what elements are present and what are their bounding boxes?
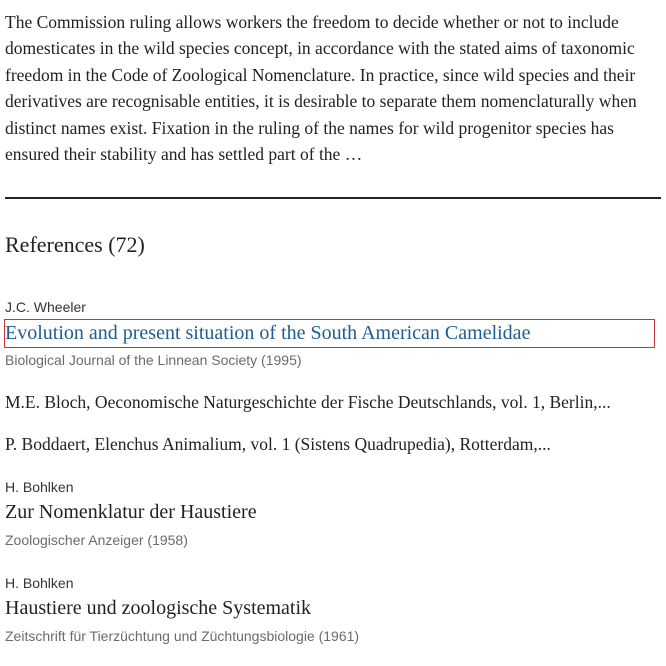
reference-author: H. Bohlken [5, 575, 74, 591]
reference-journal: Zoologischer Anzeiger (1958) [5, 532, 188, 548]
reference-author: H. Bohlken [5, 479, 74, 495]
reference-title[interactable]: Zur Nomenklatur der Haustiere [5, 499, 257, 525]
abstract-text: The Commission ruling allows workers the… [5, 12, 637, 165]
reference-journal: Zeitschrift für Tierzüchtung und Züchtun… [5, 628, 360, 644]
section-divider [5, 197, 661, 199]
references-heading: References (72) [5, 232, 145, 257]
reference-author: J.C. Wheeler [5, 299, 86, 315]
reference-title-link[interactable]: Evolution and present situation of the S… [4, 319, 655, 348]
reference-title[interactable]: Haustiere und zoologische Systematik [5, 595, 311, 621]
reference-plain: M.E. Bloch, Oeconomische Naturgeschichte… [5, 392, 611, 412]
reference-plain: P. Boddaert, Elenchus Animalium, vol. 1 … [5, 434, 551, 454]
reference-journal: Biological Journal of the Linnean Societ… [5, 352, 302, 368]
